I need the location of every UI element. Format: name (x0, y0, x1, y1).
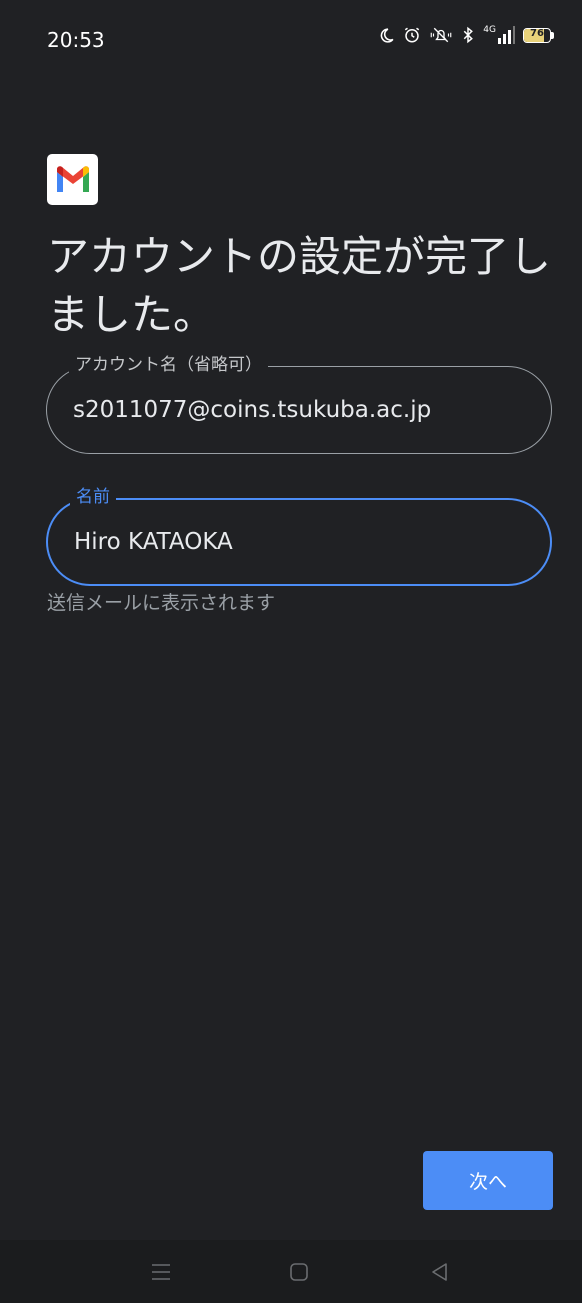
battery-level: 76 (530, 27, 544, 39)
signal-icon: 4G (483, 26, 515, 44)
alarm-icon (403, 26, 421, 44)
account-name-value[interactable]: s2011077@coins.tsukuba.ac.jp (73, 367, 533, 453)
navigation-bar (0, 1240, 582, 1303)
battery-icon: 76 (523, 27, 554, 43)
gmail-logo (47, 154, 98, 205)
menu-icon[interactable] (131, 1240, 191, 1303)
silent-icon (429, 26, 453, 44)
status-time: 20:53 (47, 28, 105, 52)
network-type: 4G (483, 25, 496, 35)
name-field[interactable]: 名前 Hiro KATAOKA (46, 486, 552, 586)
status-bar: 20:53 4G 76 (0, 0, 582, 80)
account-name-field[interactable]: アカウント名（省略可） s2011077@coins.tsukuba.ac.jp (46, 354, 552, 454)
home-icon[interactable] (269, 1240, 329, 1303)
page-title: アカウントの設定が完了しました。 (47, 232, 552, 339)
moon-icon (378, 27, 395, 44)
name-value[interactable]: Hiro KATAOKA (74, 500, 534, 584)
bluetooth-icon (461, 26, 475, 44)
screen: 20:53 4G 76 アカウントの設定が完了しました。 アカウント名（省略可）… (0, 0, 582, 1303)
name-helper-text: 送信メールに表示されます (47, 592, 276, 614)
next-button[interactable]: 次へ (423, 1151, 553, 1210)
status-icons: 4G 76 (378, 26, 554, 44)
back-icon[interactable] (409, 1240, 469, 1303)
